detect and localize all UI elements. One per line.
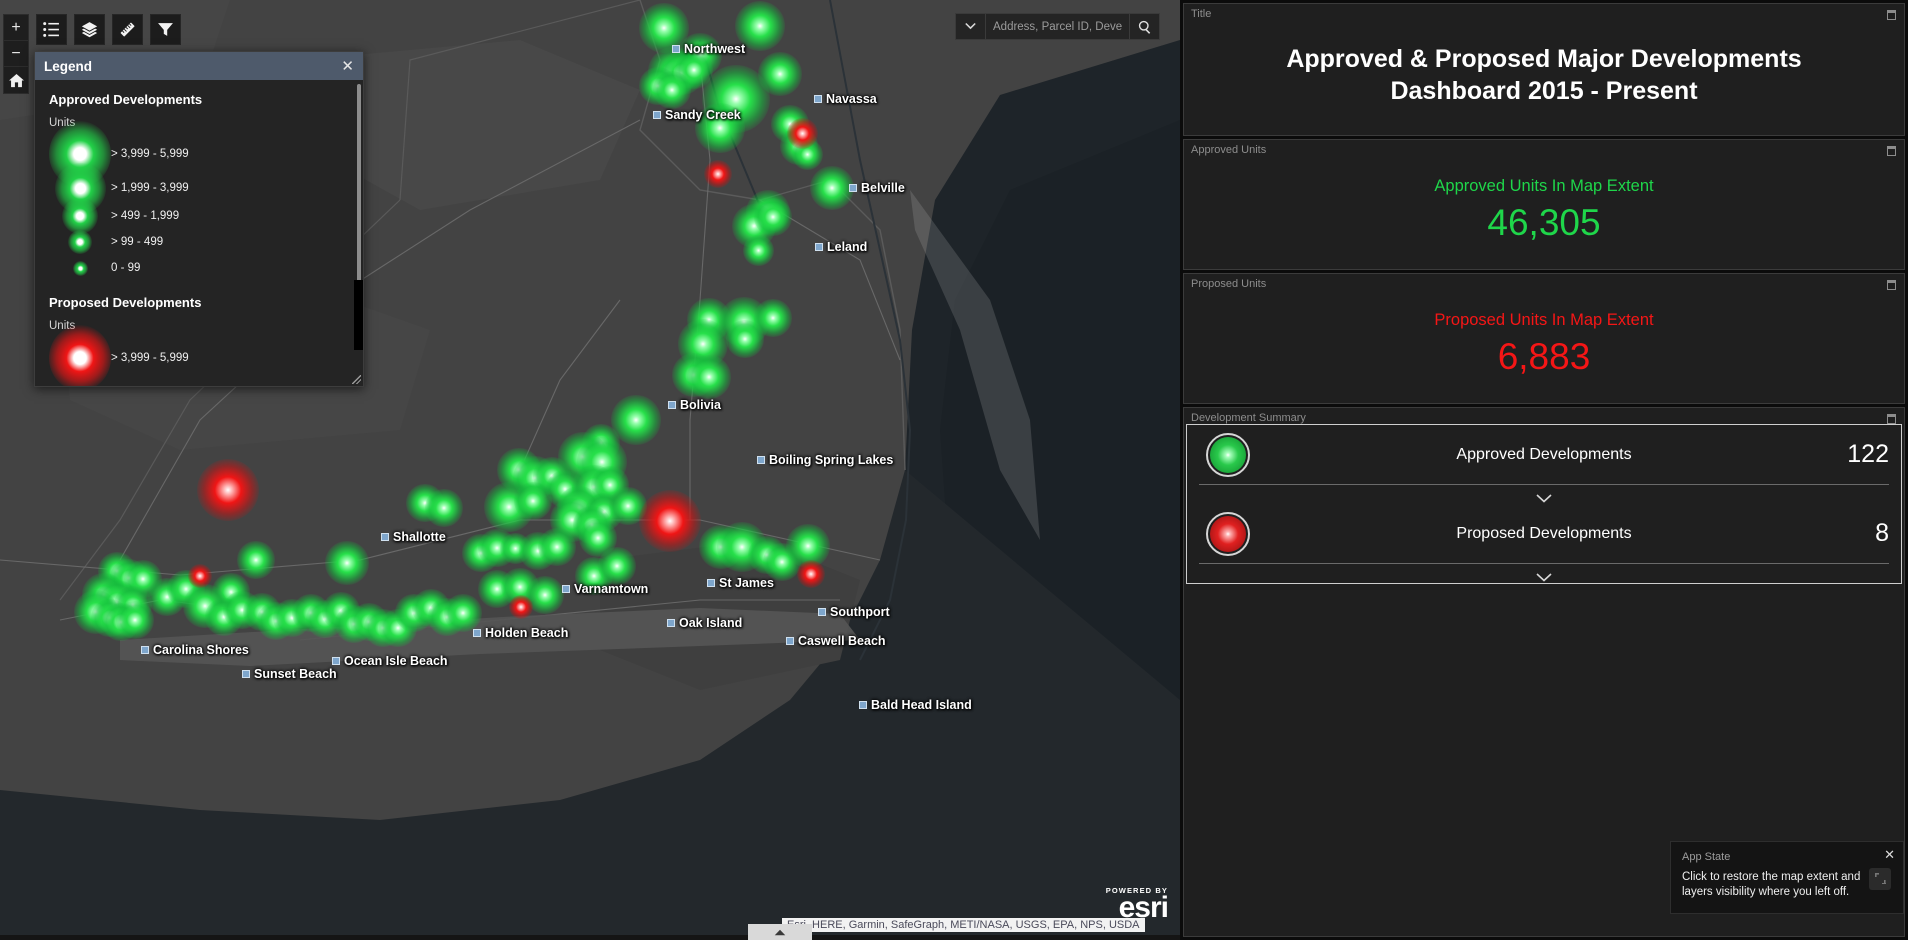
- maximize-icon[interactable]: [1887, 10, 1896, 20]
- legend-scroll-track: [354, 280, 363, 350]
- maximize-icon[interactable]: [1887, 414, 1896, 424]
- legend-spacer: [49, 281, 349, 295]
- proposed-units-value: 6,883: [1497, 336, 1591, 377]
- development-summary-caption: Development Summary: [1191, 412, 1306, 424]
- legend-title: Legend: [44, 58, 93, 74]
- green-bubble-icon: [1201, 432, 1255, 477]
- approved-units-label: Approved Units In Map Extent: [1434, 177, 1654, 195]
- close-icon[interactable]: ✕: [341, 59, 354, 74]
- summary-row-count: 122: [1847, 440, 1889, 468]
- legend-body: Approved Developments Units > 3,999 - 5,99…: [35, 80, 363, 386]
- legend-panel[interactable]: Legend ✕ Approved Developments Units > 3,9…: [34, 51, 364, 387]
- legend-class-row: 0 - 99: [49, 255, 349, 281]
- map-zoom-controls[interactable]: + −: [3, 14, 29, 94]
- approved-units-value: 46,305: [1487, 202, 1601, 243]
- legend-symbol-icon: [49, 260, 111, 276]
- esri-wordmark: esri: [1118, 890, 1169, 924]
- map-attribution: Esri, HERE, Garmin, SafeGraph, METI/NASA…: [782, 918, 1145, 932]
- chevron-down-icon[interactable]: [1536, 569, 1552, 582]
- app-state-message: Click to restore the map extent and laye…: [1682, 870, 1861, 899]
- legend-class-label: > 1,999 - 3,999: [111, 182, 189, 195]
- legend-class-label: > 99 - 499: [111, 236, 164, 249]
- title-card: Title Approved & Proposed Major Developm…: [1183, 3, 1905, 136]
- map-canvas[interactable]: Northwest Navassa Sandy Creek Belville Lelan…: [0, 0, 1180, 940]
- dashboard-title: Approved & Proposed Major Developments D…: [1286, 45, 1802, 105]
- bottom-dock: [0, 935, 1180, 940]
- map-tool-strip[interactable]: [36, 14, 181, 45]
- proposed-units-caption: Proposed Units: [1191, 278, 1267, 290]
- chevron-down-icon[interactable]: [1536, 490, 1552, 503]
- chevron-down-icon[interactable]: [955, 13, 985, 40]
- magnifier-icon[interactable]: [1130, 13, 1160, 40]
- expand-panel-button[interactable]: [748, 924, 812, 940]
- legend-symbol-icon: [49, 230, 111, 255]
- development-summary-list[interactable]: Approved Developments 122 Proposed Develop…: [1186, 424, 1902, 584]
- legend-group-title: Proposed Developments: [49, 295, 202, 311]
- legend-symbol-icon: [49, 198, 111, 235]
- dashboard-panel: Title Approved & Proposed Major Developm…: [1180, 0, 1908, 940]
- summary-row-count: 8: [1875, 519, 1889, 547]
- map-search[interactable]: [955, 13, 1160, 40]
- summary-row-label: Approved Developments: [1456, 445, 1632, 463]
- funnel-icon[interactable]: [150, 14, 181, 45]
- title-card-caption: Title: [1191, 8, 1212, 20]
- zoom-out-button[interactable]: −: [4, 41, 28, 67]
- summary-row-divider: [1187, 563, 1901, 583]
- layers-tool-button[interactable]: [74, 14, 105, 45]
- summary-row[interactable]: Approved Developments 122: [1187, 425, 1901, 484]
- legend-class-row: > 3,999 - 5,999: [49, 324, 349, 386]
- legend-class-row: > 499 - 1,999: [49, 198, 349, 235]
- summary-row[interactable]: Proposed Developments 8: [1187, 504, 1901, 563]
- app-state-title: App State: [1682, 850, 1731, 863]
- expand-icon[interactable]: [1869, 867, 1891, 890]
- summary-row-divider: [1187, 484, 1901, 504]
- legend-class-label: > 499 - 1,999: [111, 210, 180, 223]
- ruler-icon[interactable]: [112, 14, 143, 45]
- legend-class-label: > 3,999 - 5,999: [111, 351, 189, 364]
- approved-units-card: Approved Units Approved Units In Map Ext…: [1183, 139, 1905, 270]
- legend-class-label: > 3,999 - 5,999: [111, 148, 189, 161]
- legend-header: Legend ✕: [35, 52, 363, 80]
- search-input[interactable]: [985, 13, 1130, 40]
- app-state-toast[interactable]: App State ✕ Click to restore the map ext…: [1670, 840, 1904, 914]
- legend-class-row: > 99 - 499: [49, 229, 349, 255]
- legend-scrollbar[interactable]: [357, 84, 361, 304]
- maximize-icon[interactable]: [1887, 280, 1896, 290]
- legend-resize-handle[interactable]: [352, 375, 361, 384]
- legend-symbol-icon: [49, 324, 111, 386]
- close-icon[interactable]: ✕: [1884, 848, 1895, 861]
- legend-group-title: Approved Developments: [49, 92, 203, 107]
- summary-row-label: Proposed Developments: [1456, 524, 1632, 542]
- home-icon[interactable]: [4, 67, 28, 93]
- maximize-icon[interactable]: [1887, 146, 1896, 156]
- legend-class-label: 0 - 99: [111, 262, 141, 275]
- proposed-units-label: Proposed Units In Map Extent: [1434, 311, 1654, 329]
- red-bubble-icon: [1201, 511, 1255, 556]
- approved-units-caption: Approved Units: [1191, 144, 1267, 156]
- legend-tool-button[interactable]: [36, 14, 67, 45]
- esri-logo: POWERED BY esri: [1106, 886, 1169, 924]
- zoom-in-button[interactable]: +: [4, 15, 28, 41]
- proposed-units-card: Proposed Units Proposed Units In Map Ext…: [1183, 273, 1905, 404]
- arcgis-dashboard-app: Northwest Navassa Sandy Creek Belville Lelan…: [0, 0, 1908, 940]
